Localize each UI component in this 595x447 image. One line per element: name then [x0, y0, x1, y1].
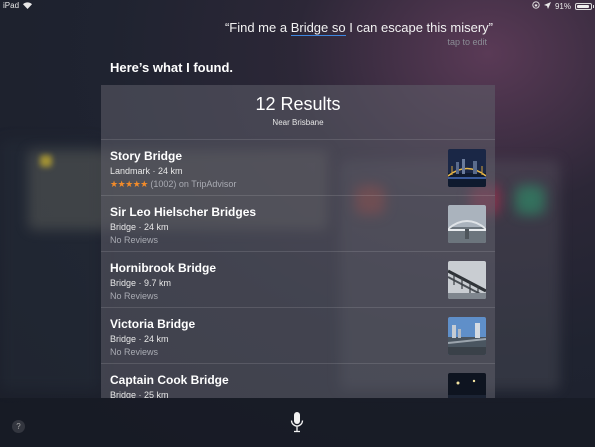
result-name: Captain Cook Bridge [110, 373, 229, 387]
result-reviews: No Reviews [110, 291, 159, 301]
result-name: Victoria Bridge [110, 317, 196, 331]
result-row-story-bridge[interactable]: Story Bridge Landmark · 24 km ★★★★★ (100… [101, 140, 495, 196]
siri-response: Here’s what I found. [110, 60, 234, 75]
battery-percent: 91% [554, 1, 571, 11]
result-row-hornibrook-bridge[interactable]: Hornibrook Bridge Bridge · 9.7 km No Rev… [101, 252, 495, 308]
review-count: (1002) on TripAdvisor [150, 179, 237, 189]
result-reviews: No Reviews [110, 235, 159, 245]
result-meta: Bridge · 25 km [110, 390, 169, 398]
gateway-bridge-photo [448, 205, 486, 243]
siri-query[interactable]: “Find me a Bridge so I can escape this m… [224, 20, 493, 36]
victoria-bridge-photo [448, 317, 486, 355]
help-button[interactable]: ? [12, 420, 25, 433]
result-row-sir-leo-hielscher-bridges[interactable]: Sir Leo Hielscher Bridges Bridge · 24 km… [101, 196, 495, 252]
result-reviews: No Reviews [110, 347, 159, 357]
results-header: 12 Results Near Brisbane [101, 85, 495, 140]
microphone-icon[interactable] [289, 411, 305, 435]
captain-cook-bridge-photo [448, 373, 486, 398]
result-row-captain-cook-bridge[interactable]: Captain Cook Bridge Bridge · 25 km [101, 364, 495, 398]
story-bridge-night-photo [448, 149, 486, 187]
result-row-victoria-bridge[interactable]: Victoria Bridge Bridge · 24 km No Review… [101, 308, 495, 364]
status-bar: iPad 91% [0, 0, 595, 12]
result-name: Sir Leo Hielscher Bridges [110, 205, 257, 219]
star-rating-icon: ★★★★★ [110, 179, 148, 189]
result-name: Story Bridge [110, 149, 183, 163]
result-meta: Bridge · 9.7 km [110, 278, 172, 288]
result-meta: Bridge · 24 km [110, 222, 169, 232]
results-location: Near Brisbane [272, 118, 324, 127]
result-name: Hornibrook Bridge [110, 261, 217, 275]
rotation-lock-icon [532, 1, 540, 11]
battery-icon [575, 2, 594, 10]
hornibrook-bridge-photo [448, 261, 486, 299]
query-text-start: “Find me a [224, 20, 291, 35]
siri-bottom-bar: ? [0, 398, 595, 447]
background-blur [40, 155, 52, 167]
background-blur [515, 185, 545, 215]
wifi-icon [23, 2, 33, 9]
tap-to-edit-hint[interactable]: tap to edit [447, 37, 487, 47]
location-icon [543, 1, 551, 11]
results-title: 12 Results [255, 94, 341, 114]
results-card: 12 Results Near Brisbane Story Bridge La… [101, 85, 495, 398]
result-reviews: ★★★★★ (1002) on TripAdvisor [110, 179, 495, 190]
query-text-underlined[interactable]: Bridge so [290, 20, 346, 36]
device-label: iPad [3, 1, 20, 10]
query-text-end: I can escape this misery” [345, 20, 493, 35]
result-meta: Bridge · 24 km [110, 334, 169, 344]
result-meta: Landmark · 24 km [110, 166, 183, 176]
